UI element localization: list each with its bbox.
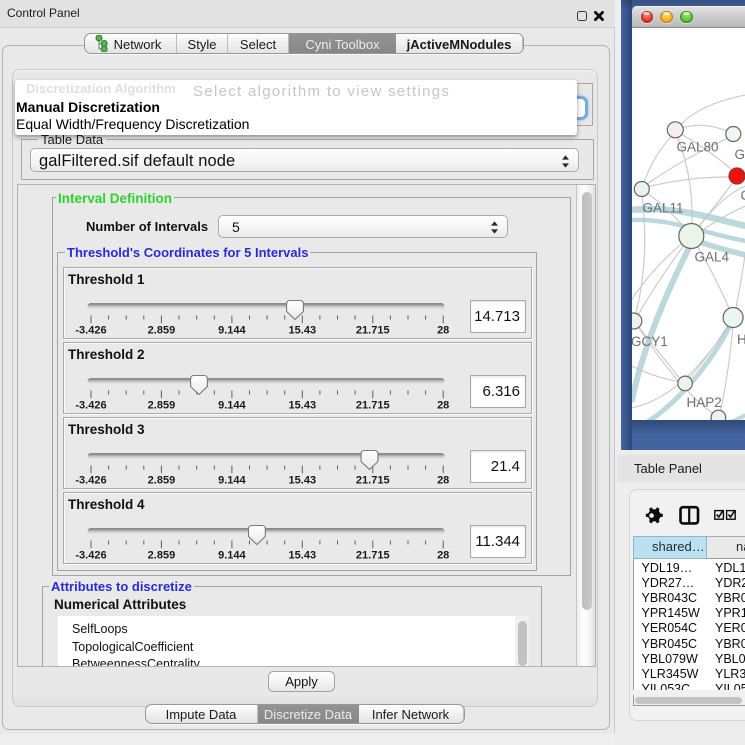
svg-text:-3.426: -3.426 [75,550,106,562]
svg-text:9.144: 9.144 [218,325,246,337]
svg-text:2.859: 2.859 [148,400,176,412]
svg-text:9.144: 9.144 [218,400,246,412]
svg-text:21.715: 21.715 [356,325,390,337]
svg-text:15.43: 15.43 [289,325,317,337]
svg-text:28: 28 [437,400,449,412]
svg-text:28: 28 [437,325,449,337]
svg-text:-3.426: -3.426 [75,325,106,337]
svg-text:-3.426: -3.426 [75,400,106,412]
svg-text:21.715: 21.715 [356,550,390,562]
svg-text:HAP2: HAP2 [686,395,721,410]
svg-text:15.43: 15.43 [289,400,317,412]
svg-text:H: H [737,332,745,347]
svg-text:2.859: 2.859 [148,475,176,487]
svg-text:-3.426: -3.426 [75,475,106,487]
svg-text:15.43: 15.43 [289,550,317,562]
svg-text:28: 28 [437,475,449,487]
svg-text:9.144: 9.144 [218,475,246,487]
svg-text:CC: CC [740,188,745,203]
svg-text:2.859: 2.859 [148,325,176,337]
svg-text:9.144: 9.144 [218,550,246,562]
svg-text:2.859: 2.859 [148,550,176,562]
svg-text:15.43: 15.43 [289,475,317,487]
svg-text:GAL: GAL [734,147,745,162]
svg-text:GAL4: GAL4 [694,250,729,265]
svg-text:21.715: 21.715 [356,400,390,412]
svg-text:GCY1: GCY1 [632,334,668,349]
svg-text:GAL11: GAL11 [642,201,683,216]
svg-text:GAL80: GAL80 [676,140,718,155]
svg-text:21.715: 21.715 [356,475,390,487]
svg-text:28: 28 [437,550,449,562]
